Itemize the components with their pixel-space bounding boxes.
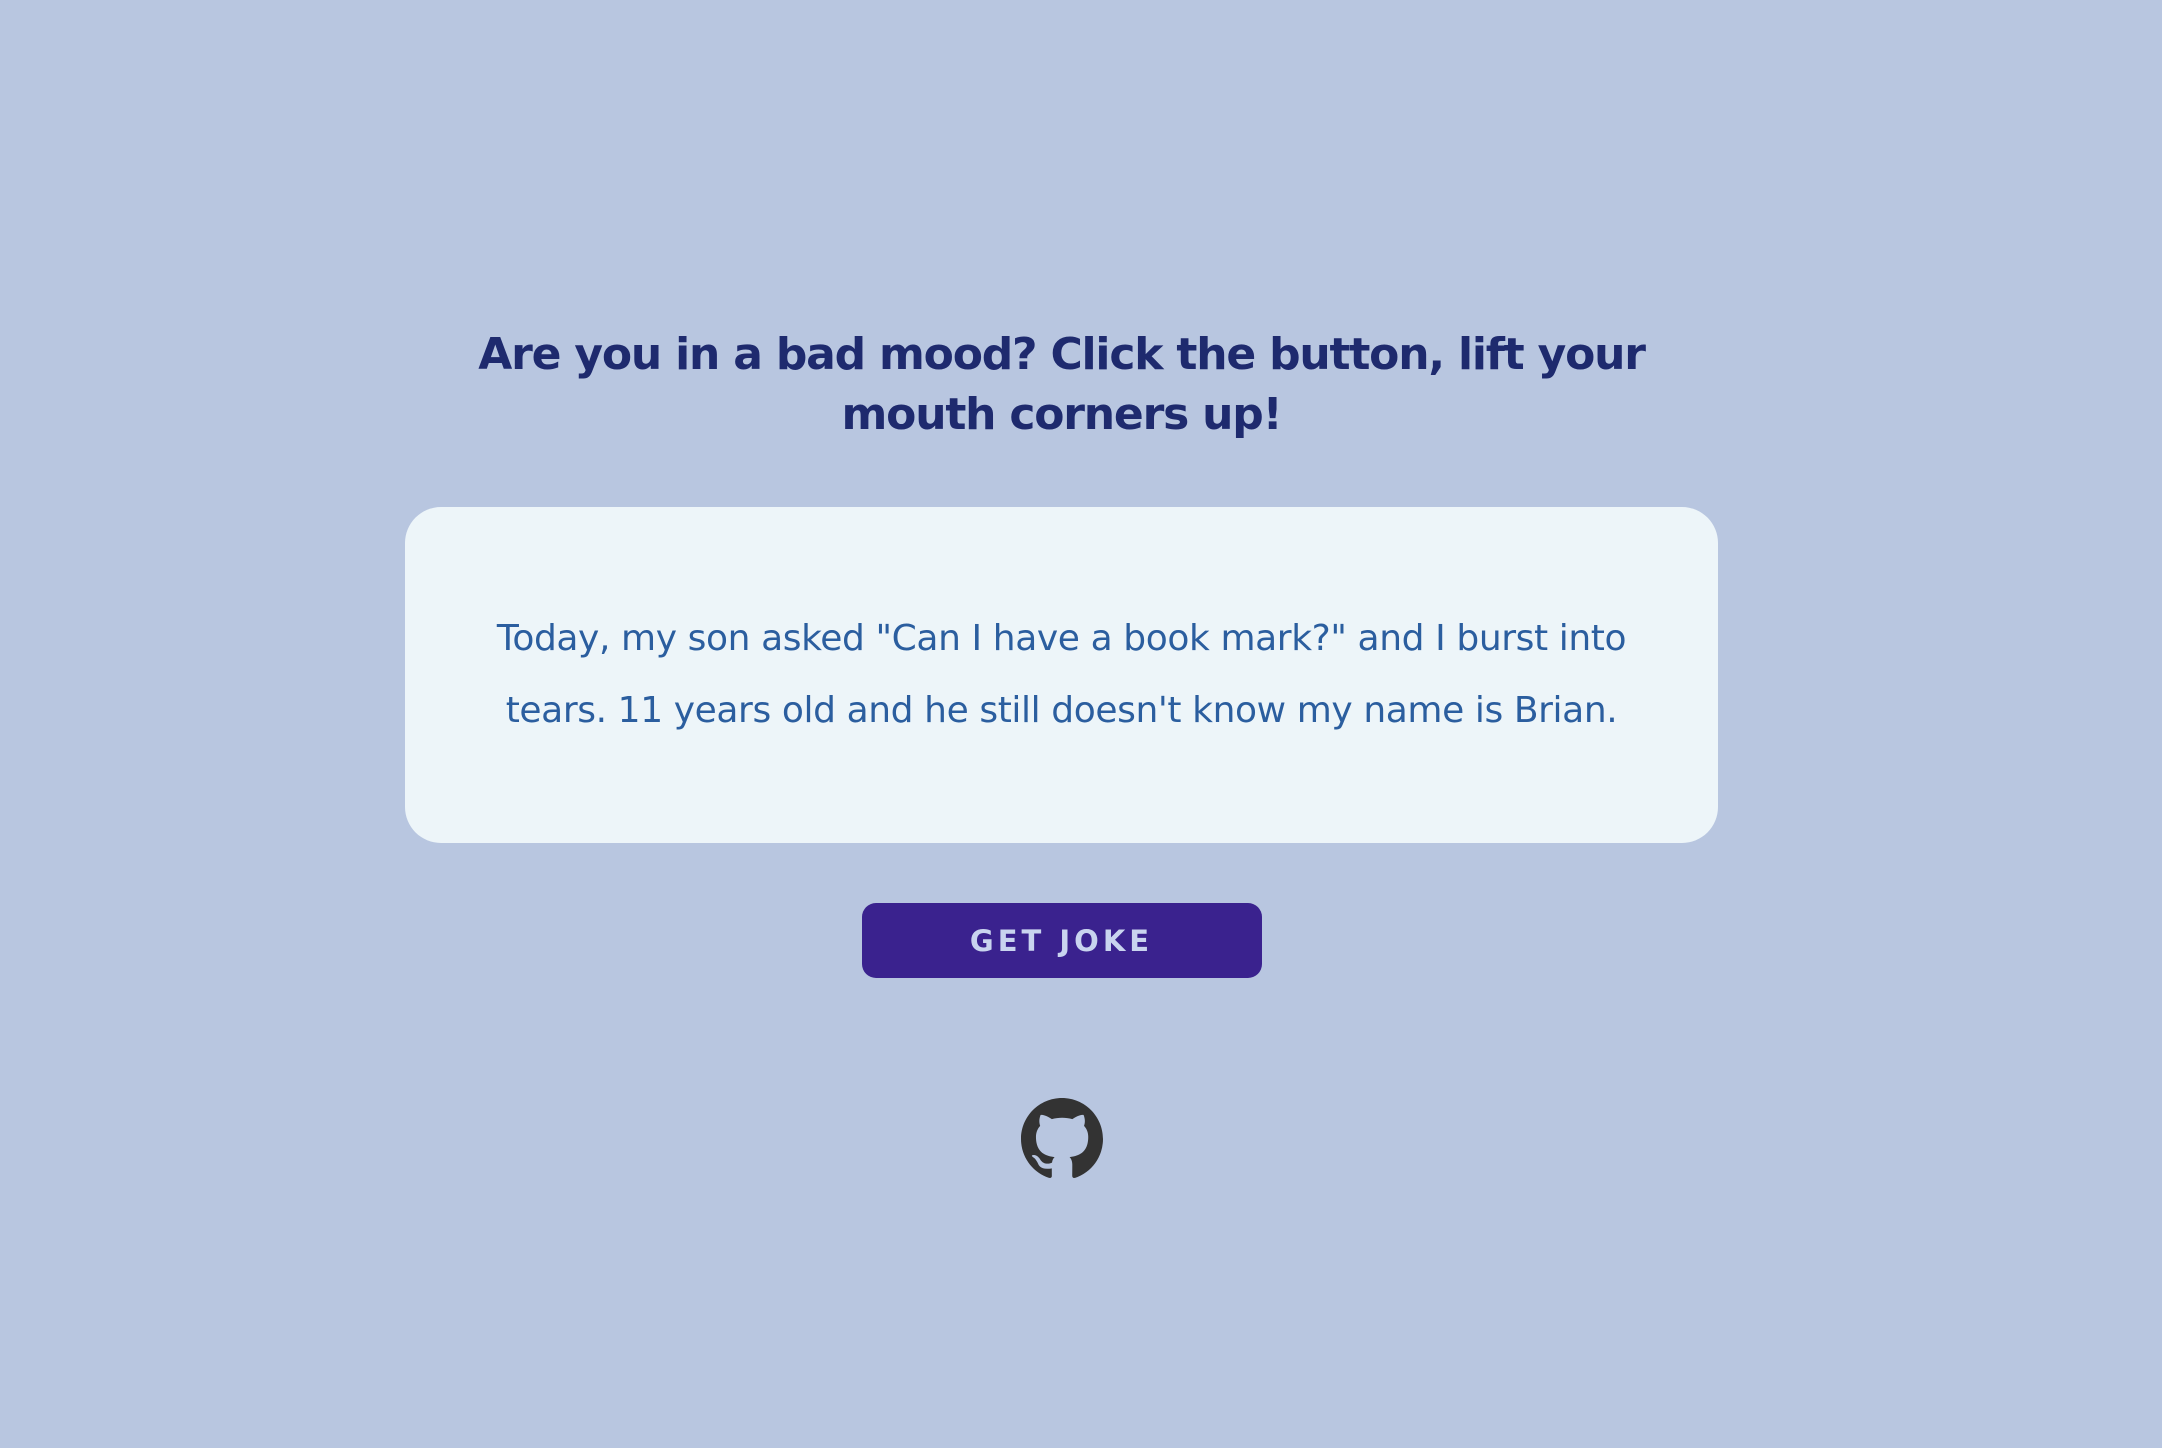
main-container: Are you in a bad mood? Click the button,…: [405, 325, 1718, 1180]
page-title: Are you in a bad mood? Click the button,…: [478, 329, 1646, 440]
joke-card: Today, my son asked "Can I have a book m…: [405, 507, 1718, 843]
github-link[interactable]: [1020, 1098, 1103, 1180]
github-icon: [1020, 1098, 1103, 1178]
get-joke-button[interactable]: GET JOKE: [861, 903, 1262, 978]
joke-text: Today, my son asked "Can I have a book m…: [496, 618, 1627, 731]
